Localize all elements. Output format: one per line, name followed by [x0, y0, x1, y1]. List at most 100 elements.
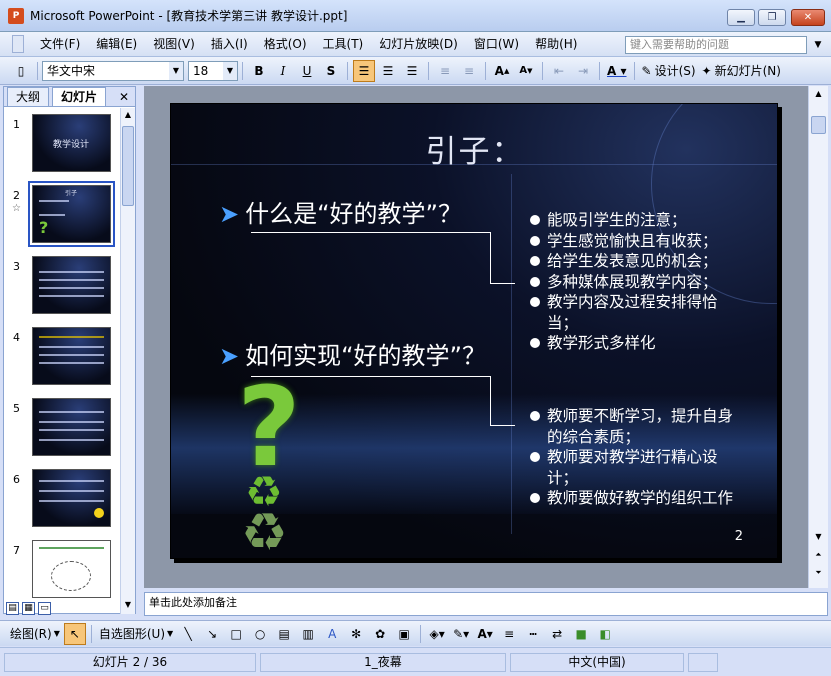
font-color-icon[interactable]: A ▾ — [605, 60, 629, 82]
slide-thumbnail[interactable] — [32, 256, 111, 314]
scroll-up-icon[interactable]: ▲ — [812, 89, 825, 101]
align-right-icon[interactable]: ☰ — [401, 60, 423, 82]
chevron-down-icon: ▼ — [53, 629, 60, 638]
close-icon[interactable]: ✕ — [119, 88, 129, 106]
close-button[interactable]: ✕ — [791, 9, 825, 26]
draw-menu-button[interactable]: 绘图(R) ▼ — [8, 623, 62, 645]
line-tool-icon[interactable]: ╲ — [177, 623, 199, 645]
autoshapes-button[interactable]: 自选图形(U) ▼ — [97, 623, 175, 645]
scroll-thumb[interactable] — [811, 116, 826, 134]
list-item[interactable]: 6 — [4, 467, 121, 529]
increase-font-icon[interactable]: A ▲ — [491, 60, 513, 82]
menu-edit[interactable]: 编辑(E) — [88, 33, 145, 55]
scroll-thumb[interactable] — [122, 126, 134, 206]
text-box-icon[interactable]: ▤ — [273, 623, 295, 645]
picture-icon[interactable]: ▣ — [393, 623, 415, 645]
list-item[interactable]: 4 — [4, 325, 121, 387]
slide-thumbnail[interactable] — [32, 327, 111, 385]
arrow-tool-icon[interactable]: ↘ — [201, 623, 223, 645]
list-item[interactable]: 7 — [4, 538, 121, 600]
decrease-indent-icon[interactable]: ⇤ — [548, 60, 570, 82]
menu-window[interactable]: 窗口(W) — [466, 33, 527, 55]
font-size-value: 18 — [193, 63, 209, 78]
slide-thumbnail[interactable] — [32, 540, 111, 598]
underline-button[interactable]: U — [296, 60, 318, 82]
clipart-icon[interactable]: ✿ — [369, 623, 391, 645]
shadow-button[interactable]: S — [320, 60, 342, 82]
shadow-style-icon[interactable]: ■ — [570, 623, 592, 645]
slideshow-icon[interactable]: ▭ — [38, 602, 51, 615]
dash-style-icon[interactable]: ┅ — [522, 623, 544, 645]
list-item[interactable]: 3 — [4, 254, 121, 316]
slide-canvas[interactable]: 引子： ➤ 什么是“好的教学”？ ➤ 如何实现“好的教学”？ 能吸引学生的注意； 学… — [170, 103, 778, 559]
slide-thumbnail[interactable]: 教学设计 — [32, 114, 111, 172]
bullet-list-icon[interactable]: ≡ — [458, 60, 480, 82]
thumb-number: 4 — [13, 331, 20, 344]
tab-outline[interactable]: 大纲 — [7, 87, 50, 106]
list-item[interactable]: 2 ☆ 引子 ? — [4, 181, 121, 247]
menu-file[interactable]: 文件(F) — [32, 33, 88, 55]
increase-indent-icon[interactable]: ⇥ — [572, 60, 594, 82]
wordart-icon[interactable]: A — [321, 623, 343, 645]
slide-scrollbar[interactable]: ▲ ▼ ⏶ ⏷ — [808, 86, 828, 588]
previous-slide-icon[interactable]: ⏶ — [812, 550, 825, 564]
connector-arrow — [491, 425, 515, 426]
fill-color-icon[interactable]: ◈▾ — [426, 623, 448, 645]
font-name-select[interactable]: 华文中宋 ▼ — [42, 60, 184, 81]
italic-button[interactable]: I — [272, 60, 294, 82]
arrow-style-icon[interactable]: ⇄ — [546, 623, 568, 645]
normal-view-icon[interactable]: ▤ — [6, 602, 19, 615]
bold-button[interactable]: B — [248, 60, 270, 82]
line-style-icon[interactable]: ≡ — [498, 623, 520, 645]
minimize-button[interactable]: ▁ — [727, 9, 755, 26]
design-button[interactable]: ✎ 设计(S) — [640, 60, 698, 82]
list-item[interactable]: 1 教学设计 — [4, 112, 121, 174]
slide-thumbnail[interactable] — [32, 469, 111, 527]
new-slide-button[interactable]: ✦ 新幻灯片(N) — [700, 60, 783, 82]
menu-slideshow[interactable]: 幻灯片放映(D) — [371, 33, 466, 55]
help-search-input[interactable]: 键入需要帮助的问题 — [625, 36, 807, 54]
scroll-up-icon[interactable]: ▲ — [122, 110, 134, 122]
align-left-icon[interactable]: ☰ — [353, 59, 375, 82]
slide-title[interactable]: 引子： — [171, 126, 777, 171]
thumbnail-scrollbar[interactable]: ▲ ▼ — [120, 108, 135, 614]
thumb-number: 3 — [13, 260, 20, 273]
font-size-select[interactable]: 18 ▼ — [188, 60, 238, 81]
answer-list-2[interactable]: 教师要不断学习，提升自身的综合素质； 教师要对教学进行精心设计； 教师要做好教学… — [528, 406, 758, 509]
chevron-down-icon[interactable]: ▼ — [809, 36, 827, 54]
scroll-down-icon[interactable]: ▼ — [812, 532, 825, 546]
notes-pane[interactable]: 单击此处添加备注 — [144, 592, 828, 616]
vertical-text-box-icon[interactable]: ▥ — [297, 623, 319, 645]
diagram-icon[interactable]: ✻ — [345, 623, 367, 645]
list-item[interactable]: 5 — [4, 396, 121, 458]
chevron-down-icon: ▼ — [167, 629, 174, 638]
new-slide-icon: ✦ — [701, 63, 712, 78]
rectangle-tool-icon[interactable]: □ — [225, 623, 247, 645]
align-center-icon[interactable]: ☰ — [377, 60, 399, 82]
font-color-icon[interactable]: A▾ — [474, 623, 496, 645]
line-color-icon[interactable]: ✎▾ — [450, 623, 472, 645]
menu-view[interactable]: 视图(V) — [145, 33, 203, 55]
new-slide-label: 新幻灯片(N) — [714, 64, 781, 78]
menu-insert[interactable]: 插入(I) — [203, 33, 256, 55]
decrease-font-icon[interactable]: A ▼ — [515, 60, 537, 82]
menu-format[interactable]: 格式(O) — [256, 33, 315, 55]
next-slide-icon[interactable]: ⏷ — [812, 568, 825, 582]
maximize-button[interactable]: ❐ — [758, 9, 786, 26]
numbered-list-icon[interactable]: ≡ — [434, 60, 456, 82]
menu-grip-icon[interactable] — [12, 35, 24, 53]
question-1[interactable]: ➤ 什么是“好的教学”？ — [219, 194, 462, 229]
slide-sorter-icon[interactable]: ▦ — [22, 602, 35, 615]
new-document-icon[interactable]: ▯ — [10, 60, 32, 82]
answer-list-1[interactable]: 能吸引学生的注意； 学生感觉愉快且有收获； 给学生发表意见的机会； 多种媒体展现… — [528, 210, 758, 354]
tab-slides[interactable]: 幻灯片 — [52, 87, 107, 106]
3d-style-icon[interactable]: ◧ — [594, 623, 616, 645]
slide-thumbnail-selected[interactable]: 引子 ? — [28, 181, 115, 247]
view-switcher: ▤ ▦ ▭ — [6, 602, 51, 616]
oval-tool-icon[interactable]: ○ — [249, 623, 271, 645]
menu-help[interactable]: 帮助(H) — [527, 33, 585, 55]
select-pointer-icon[interactable]: ↖ — [63, 622, 86, 645]
slide-thumbnail[interactable] — [32, 398, 111, 456]
scroll-down-icon[interactable]: ▼ — [122, 600, 134, 612]
menu-tools[interactable]: 工具(T) — [315, 33, 372, 55]
